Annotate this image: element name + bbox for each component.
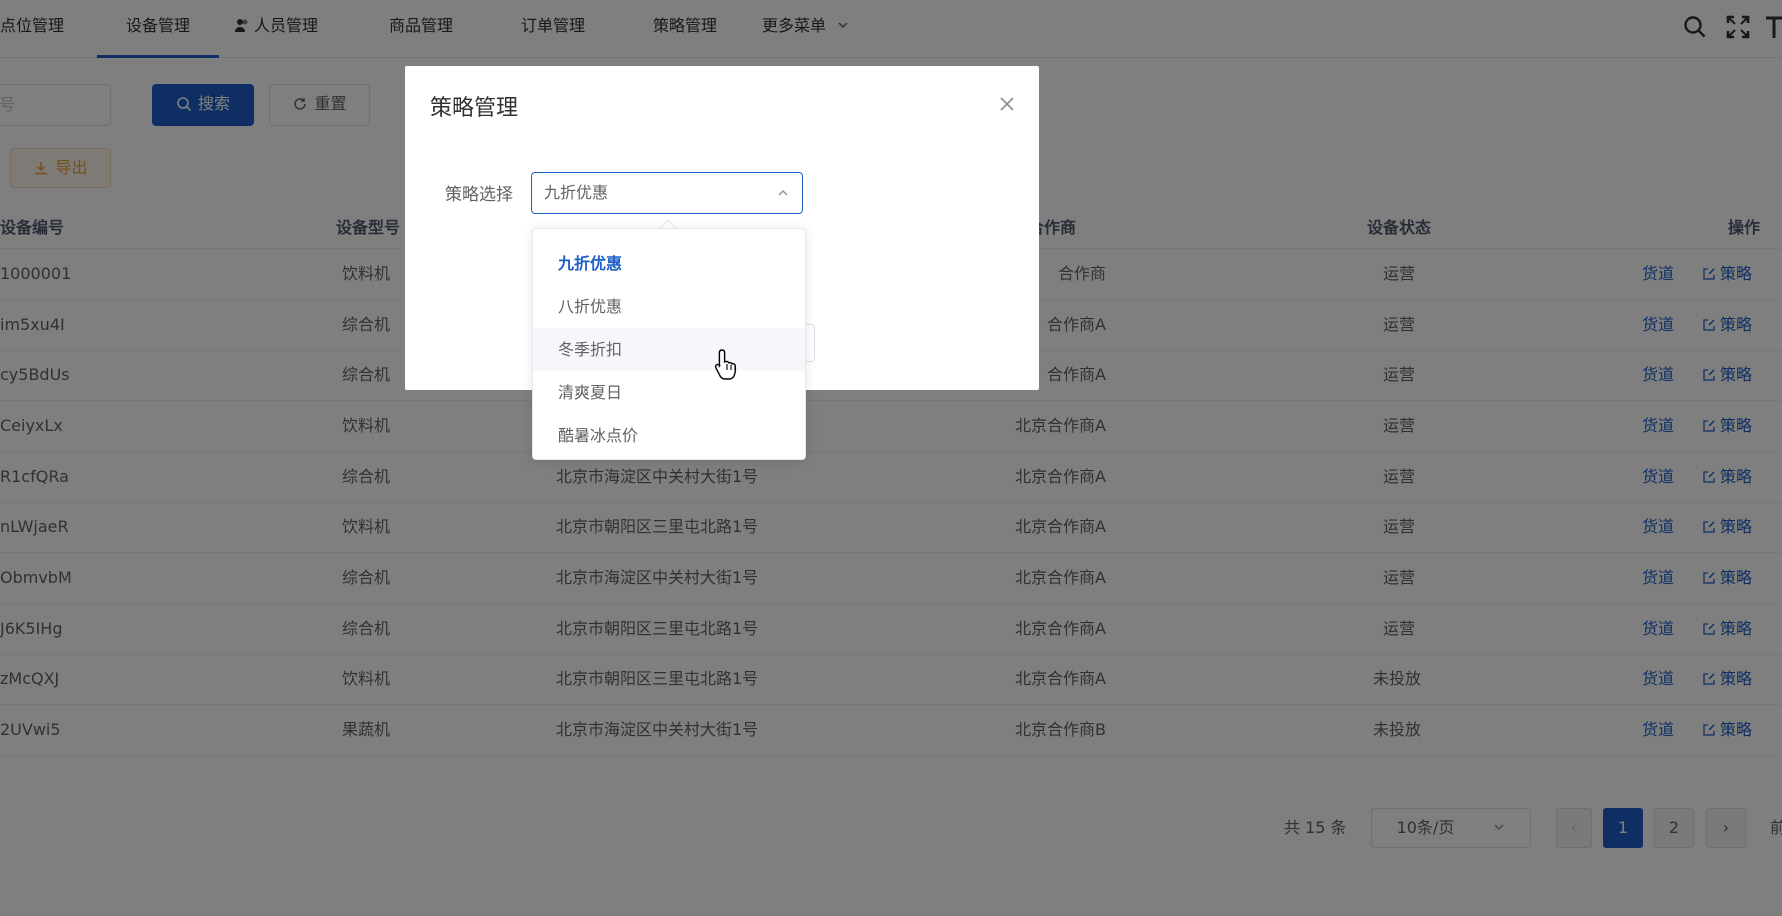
strategy-select-label: 策略选择: [445, 185, 513, 205]
option-ice-price[interactable]: 酷暑冰点价: [533, 414, 805, 457]
hand-cursor-icon: [714, 349, 737, 380]
chevron-up-icon: [778, 189, 788, 196]
option-80-off[interactable]: 八折优惠: [533, 285, 805, 328]
strategy-dropdown: 九折优惠 八折优惠 冬季折扣 清爽夏日 酷暑冰点价: [532, 228, 806, 460]
option-cool-summer[interactable]: 清爽夏日: [533, 371, 805, 414]
option-winter-discount[interactable]: 冬季折扣: [533, 328, 805, 371]
strategy-select-value: 九折优惠: [544, 183, 609, 202]
strategy-select[interactable]: 九折优惠: [531, 172, 803, 214]
close-icon[interactable]: [995, 92, 1019, 116]
option-90-off[interactable]: 九折优惠: [533, 242, 805, 285]
dialog-title: 策略管理: [430, 96, 519, 121]
